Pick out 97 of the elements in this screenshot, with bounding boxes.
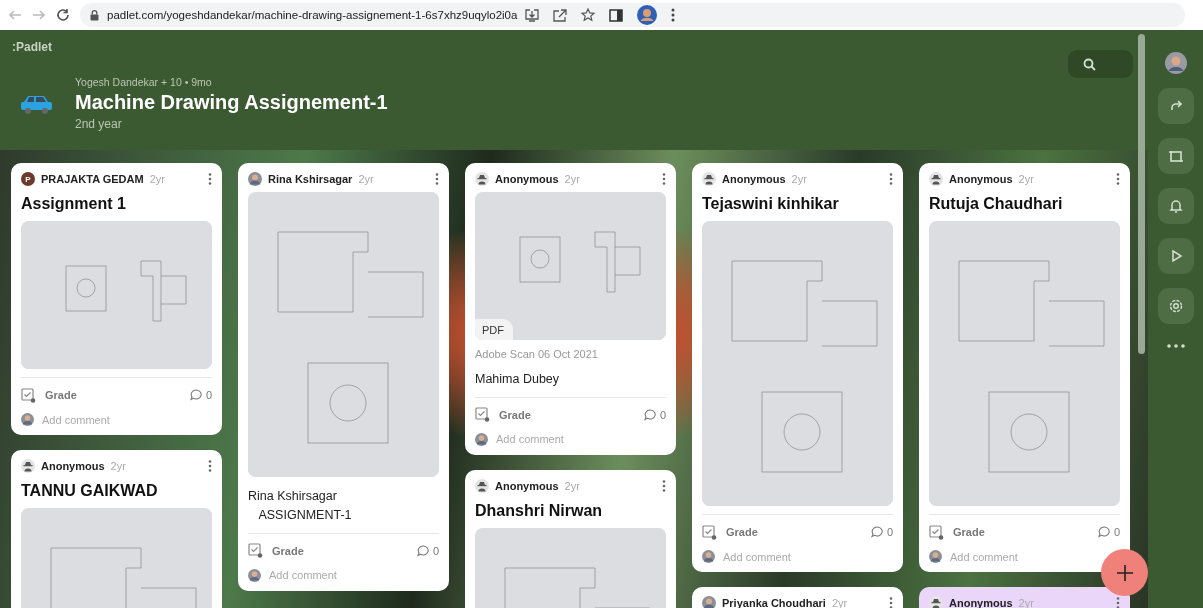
more-options-icon[interactable] [662,479,666,492]
scrollbar[interactable] [1138,34,1145,354]
profile-avatar-icon[interactable] [637,5,658,25]
more-options-icon[interactable] [662,173,666,185]
add-comment-field[interactable]: Add comment [42,413,110,426]
grade-button[interactable]: Grade [21,387,77,403]
post-body: Rina Kshirsagar ASSIGNMENT-1 [248,488,353,524]
install-icon[interactable] [525,8,540,22]
anonymous-avatar-icon [702,172,716,186]
add-comment-field[interactable]: Add comment [496,433,564,446]
author-name: Anonymous [949,173,1013,185]
grade-button[interactable]: Grade [702,524,758,540]
board-subtitle: 2nd year [75,117,123,131]
grade-icon [248,543,263,558]
notifications-icon [1166,197,1185,215]
comment-icon [416,544,430,557]
user-avatar-icon [248,568,261,582]
post-age: 2yr [1018,173,1034,185]
frame-button[interactable] [1157,138,1194,174]
post-age: 2yr [564,173,580,185]
post-age: 2yr [149,173,165,185]
comment-count: 0 [659,408,666,421]
post-body: Mahima Dubey [475,371,561,388]
comment-icon [189,389,203,401]
reload-icon[interactable] [56,8,70,22]
comment-count: 0 [886,526,893,538]
author-name: Rina Kshirsagar [268,173,353,185]
file-type-label: PDF [475,319,513,340]
search-button[interactable] [1068,50,1133,78]
grade-icon [702,524,717,540]
anonymous-avatar-icon [929,596,943,608]
more-options-icon[interactable] [889,173,893,185]
more-options-icon[interactable] [1116,173,1120,185]
add-comment-field[interactable]: Add comment [269,569,337,581]
post-age: 2yr [791,173,807,185]
author-name: Anonymous [495,479,559,492]
post-age: 2yr [358,173,374,185]
side-panel-icon[interactable] [609,8,624,22]
user-avatar-icon [702,596,716,608]
post-title: Tejaswini kinhikar [702,195,840,213]
author-name: Anonymous [41,460,105,472]
search-icon [1083,57,1096,71]
comment-icon [1097,526,1111,538]
grade-icon [475,407,490,423]
author-name: Anonymous [722,173,786,185]
author-name: PRAJAKTA GEDAM [41,173,144,185]
add-comment-field[interactable]: Add comment [950,550,1018,563]
board-byline: Yogesh Dandekar + 10 • 9mo [75,76,213,88]
more-options-icon[interactable] [208,173,212,185]
anonymous-avatar-icon [929,172,943,186]
post-title: TANNU GAIKWAD [21,482,159,500]
add-comment-field[interactable]: Add comment [723,550,791,563]
play-button[interactable] [1157,238,1194,274]
anonymous-avatar-icon [21,459,35,473]
post-title: Assignment 1 [21,195,127,213]
comment-count: 0 [432,544,439,557]
attachment-name: Adobe Scan 06 Oct 2021 [475,348,599,360]
more-options-icon[interactable] [1116,597,1120,608]
post-title: Rutuja Chaudhari [929,195,1064,213]
anonymous-avatar-icon [475,478,489,493]
user-avatar: P [21,172,35,186]
comment-icon [870,526,884,538]
board-title: Machine Drawing Assignement-1 [75,91,388,114]
star-icon[interactable] [581,8,596,22]
author-name: Anonymous [495,173,559,185]
menu-icon[interactable] [671,8,676,22]
url-text: padlet.com/yogeshdandekar/machine-drawing-assignement-1-6s7xhz9uqylo2i0a [107,9,518,21]
grade-button[interactable]: Grade [475,407,531,423]
address-bar[interactable]: padlet.com/yogeshdandekar/machine-drawing-assignement-1-6s7xhz9uqylo2i0a [80,3,1185,27]
comment-icon [643,408,657,421]
share-button[interactable] [1157,88,1194,124]
grade-button[interactable]: Grade [929,524,985,540]
user-avatar-icon [1164,52,1187,74]
notifications-button[interactable] [1157,188,1194,224]
lock-icon [90,9,99,21]
post-age: 2yr [110,460,126,472]
grade-icon [21,387,36,403]
user-avatar-icon [21,413,34,426]
more-options-icon[interactable] [208,460,212,472]
grade-button[interactable]: Grade [248,543,304,558]
post-title: Dhanshri Nirwan [475,501,604,520]
more-options-icon[interactable] [889,597,893,608]
share-icon[interactable] [553,8,568,22]
more-icon[interactable] [1166,344,1185,348]
plus-icon [1115,563,1134,582]
user-avatar-icon [929,550,942,563]
comment-count: 0 [205,389,212,401]
user-avatar-icon [702,550,715,563]
user-avatar-icon [248,172,262,186]
comment-count: 0 [1113,526,1120,538]
settings-button[interactable] [1157,288,1194,324]
more-options-icon[interactable] [435,173,439,185]
anonymous-avatar-icon [475,172,489,186]
user-avatar-icon [475,432,488,446]
app-logo[interactable]: :Padlet [12,40,52,54]
post-age: 2yr [564,479,580,492]
grade-icon [929,524,944,540]
